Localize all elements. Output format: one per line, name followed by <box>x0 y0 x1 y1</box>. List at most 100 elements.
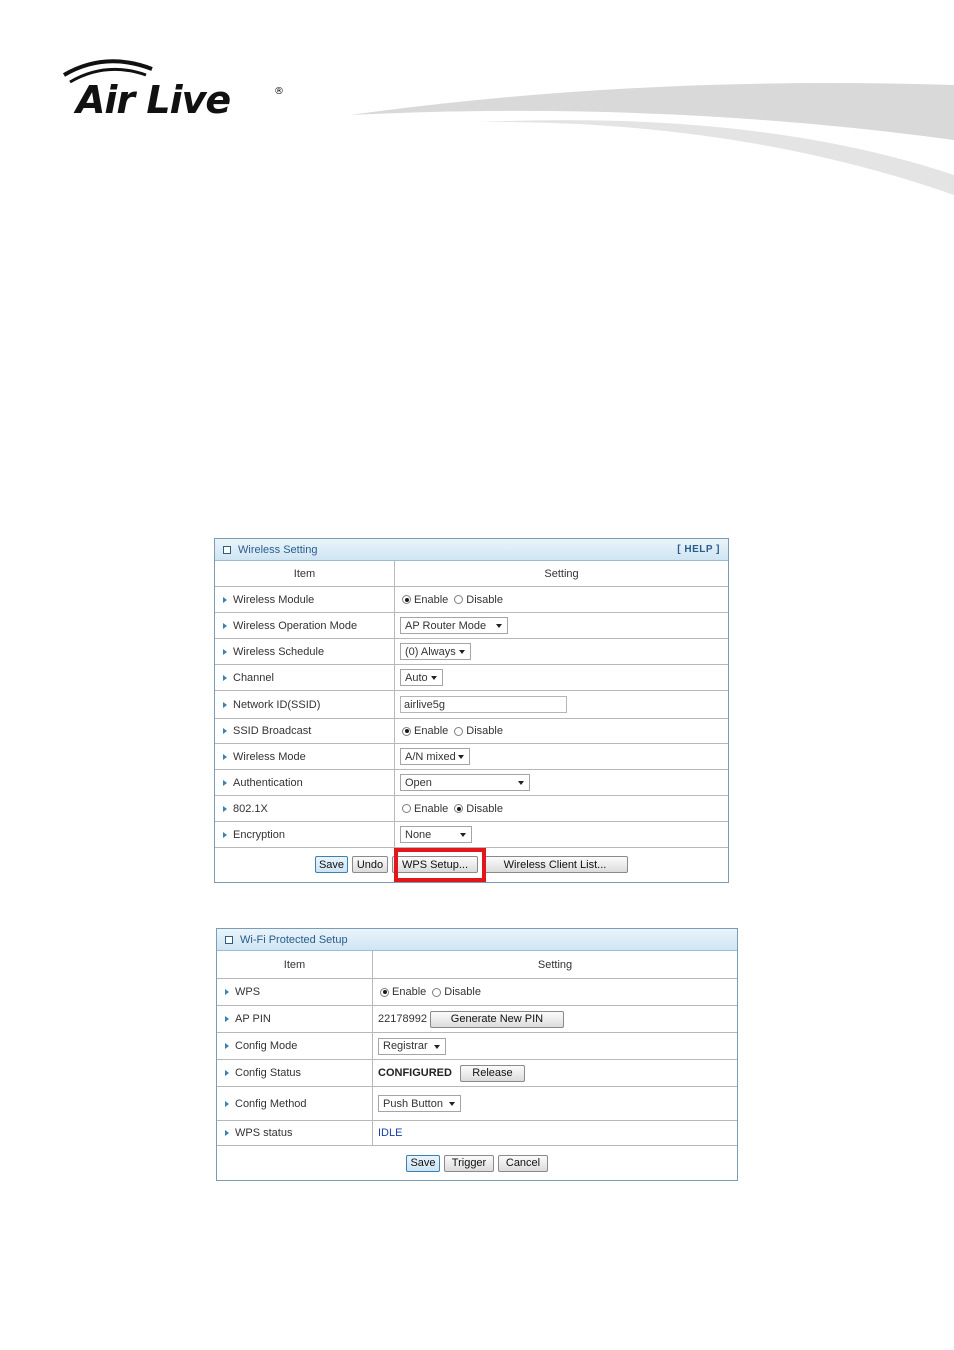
arrow-right-icon <box>223 596 227 603</box>
schedule-label: Wireless Schedule <box>233 645 325 658</box>
wps-actions: Save Trigger Cancel <box>217 1146 737 1180</box>
select-value: Registrar <box>383 1040 428 1052</box>
chevron-down-icon <box>460 833 466 837</box>
arrow-right-icon <box>223 648 227 655</box>
authentication-label: Authentication <box>233 776 303 789</box>
wps-status-label: WPS status <box>235 1127 293 1139</box>
operation-mode-select[interactable]: AP Router Mode <box>400 617 508 634</box>
save-button[interactable]: Save <box>315 856 348 873</box>
operation-mode-label: Wireless Operation Mode <box>233 619 358 632</box>
ap-pin-label: AP PIN <box>235 1013 271 1025</box>
arrow-right-icon <box>223 753 227 760</box>
config-status-label: Config Status <box>235 1067 302 1079</box>
arrow-right-icon <box>223 805 227 812</box>
registered-mark: ® <box>274 86 284 97</box>
column-header-setting: Setting <box>544 567 579 580</box>
table-row: WPS Enable Disable <box>217 979 737 1006</box>
radio-label: Disable <box>466 802 503 815</box>
config-mode-select[interactable]: Registrar <box>378 1037 446 1055</box>
airlive-logo: Air Live <box>76 78 231 122</box>
arrow-right-icon <box>225 1043 229 1049</box>
config-status-value: CONFIGURED <box>378 1067 452 1079</box>
wps-status-value: IDLE <box>378 1127 403 1139</box>
undo-button[interactable]: Undo <box>352 856 388 873</box>
generate-new-pin-button[interactable]: Generate New PIN <box>429 1010 564 1028</box>
column-header-setting: Setting <box>537 958 573 971</box>
encryption-select[interactable]: None <box>400 826 472 843</box>
channel-select[interactable]: Auto <box>400 669 443 686</box>
arrow-right-icon <box>225 1016 229 1022</box>
config-method-select[interactable]: Push Button <box>378 1095 461 1112</box>
wps-label: WPS <box>235 986 261 998</box>
panel-title: Wi-Fi Protected Setup <box>240 933 348 946</box>
cancel-button[interactable]: Cancel <box>498 1154 548 1172</box>
ssid-broadcast-label: SSID Broadcast <box>233 725 312 737</box>
help-link[interactable]: [ HELP ] <box>677 544 720 555</box>
trigger-button[interactable]: Trigger <box>444 1154 494 1172</box>
table-row: Wireless Schedule (0) Always <box>215 639 728 665</box>
table-row: Config Method Push Button <box>217 1087 737 1121</box>
authentication-select[interactable]: Open <box>400 774 530 791</box>
table-row: Encryption None <box>215 822 728 848</box>
table-header: Item Setting <box>217 951 737 979</box>
select-value: Push Button <box>383 1097 443 1110</box>
wireless-setting-panel: Wireless Setting [ HELP ] Item Setting W… <box>214 538 729 883</box>
panel-title: Wireless Setting <box>238 543 318 556</box>
radio-label: Enable <box>414 593 449 606</box>
wps-enable-radio[interactable] <box>380 987 389 997</box>
radio-label: Disable <box>444 986 481 998</box>
table-row: Channel Auto <box>215 665 728 691</box>
ssid-broadcast-enable-radio[interactable] <box>402 726 411 736</box>
table-row: Wireless Module Enable Disable <box>215 587 728 613</box>
wireless-mode-select[interactable]: A/N mixed <box>400 748 470 765</box>
wps-save-button[interactable]: Save <box>406 1154 440 1172</box>
table-row: AP PIN 22178992 Generate New PIN <box>217 1006 737 1033</box>
schedule-select[interactable]: (0) Always <box>400 643 471 660</box>
table-row: Wireless Mode A/N mixed <box>215 744 728 770</box>
column-header-item: Item <box>215 561 395 586</box>
wps-title-bar: Wi-Fi Protected Setup <box>217 929 737 951</box>
table-row: WPS status IDLE <box>217 1121 737 1146</box>
radio-label: Disable <box>466 593 503 606</box>
chevron-down-icon <box>431 676 437 680</box>
chevron-down-icon <box>458 755 464 759</box>
wireless-setting-actions: Save Undo WPS Setup... Wireless Client L… <box>215 848 728 881</box>
channel-label: Channel <box>233 671 274 684</box>
section-icon <box>223 545 231 554</box>
table-row: Network ID(SSID) airlive5g <box>215 691 728 719</box>
arrow-right-icon <box>223 728 227 734</box>
ssid-label: Network ID(SSID) <box>233 698 321 711</box>
radio-label: Enable <box>414 725 449 737</box>
wps-disable-radio[interactable] <box>432 987 442 997</box>
select-value: (0) Always <box>405 645 456 658</box>
table-row: Config Status CONFIGURED Release <box>217 1060 737 1087</box>
dot1x-disable-radio[interactable] <box>454 804 464 813</box>
ssid-input[interactable]: airlive5g <box>400 696 567 713</box>
arrow-right-icon <box>225 1130 229 1136</box>
chevron-down-icon <box>518 781 524 785</box>
wps-setup-button[interactable]: WPS Setup... <box>392 856 478 873</box>
wireless-module-label: Wireless Module <box>233 593 315 606</box>
wireless-module-enable-radio[interactable] <box>402 595 411 604</box>
section-icon <box>225 935 233 944</box>
header-swoosh-decoration <box>350 83 954 195</box>
chevron-down-icon <box>449 1102 455 1106</box>
wps-panel: Wi-Fi Protected Setup Item Setting WPS E… <box>216 928 738 1181</box>
arrow-right-icon <box>223 701 227 708</box>
dot1x-enable-radio[interactable] <box>402 804 411 813</box>
select-value: None <box>405 828 432 841</box>
radio-label: Enable <box>414 802 449 815</box>
ap-pin-value: 22178992 <box>378 1013 427 1025</box>
table-header: Item Setting <box>215 561 728 587</box>
config-mode-label: Config Mode <box>235 1040 298 1052</box>
select-value: AP Router Mode <box>405 619 487 632</box>
release-button[interactable]: Release <box>459 1064 525 1082</box>
wireless-client-list-button[interactable]: Wireless Client List... <box>482 856 628 873</box>
ssid-broadcast-disable-radio[interactable] <box>454 726 464 736</box>
wireless-module-disable-radio[interactable] <box>454 595 464 604</box>
arrow-right-icon <box>225 1070 229 1076</box>
table-row: 802.1X Enable Disable <box>215 796 728 822</box>
dot1x-label: 802.1X <box>233 802 268 815</box>
select-value: A/N mixed <box>405 750 456 763</box>
arrow-right-icon <box>225 989 229 995</box>
